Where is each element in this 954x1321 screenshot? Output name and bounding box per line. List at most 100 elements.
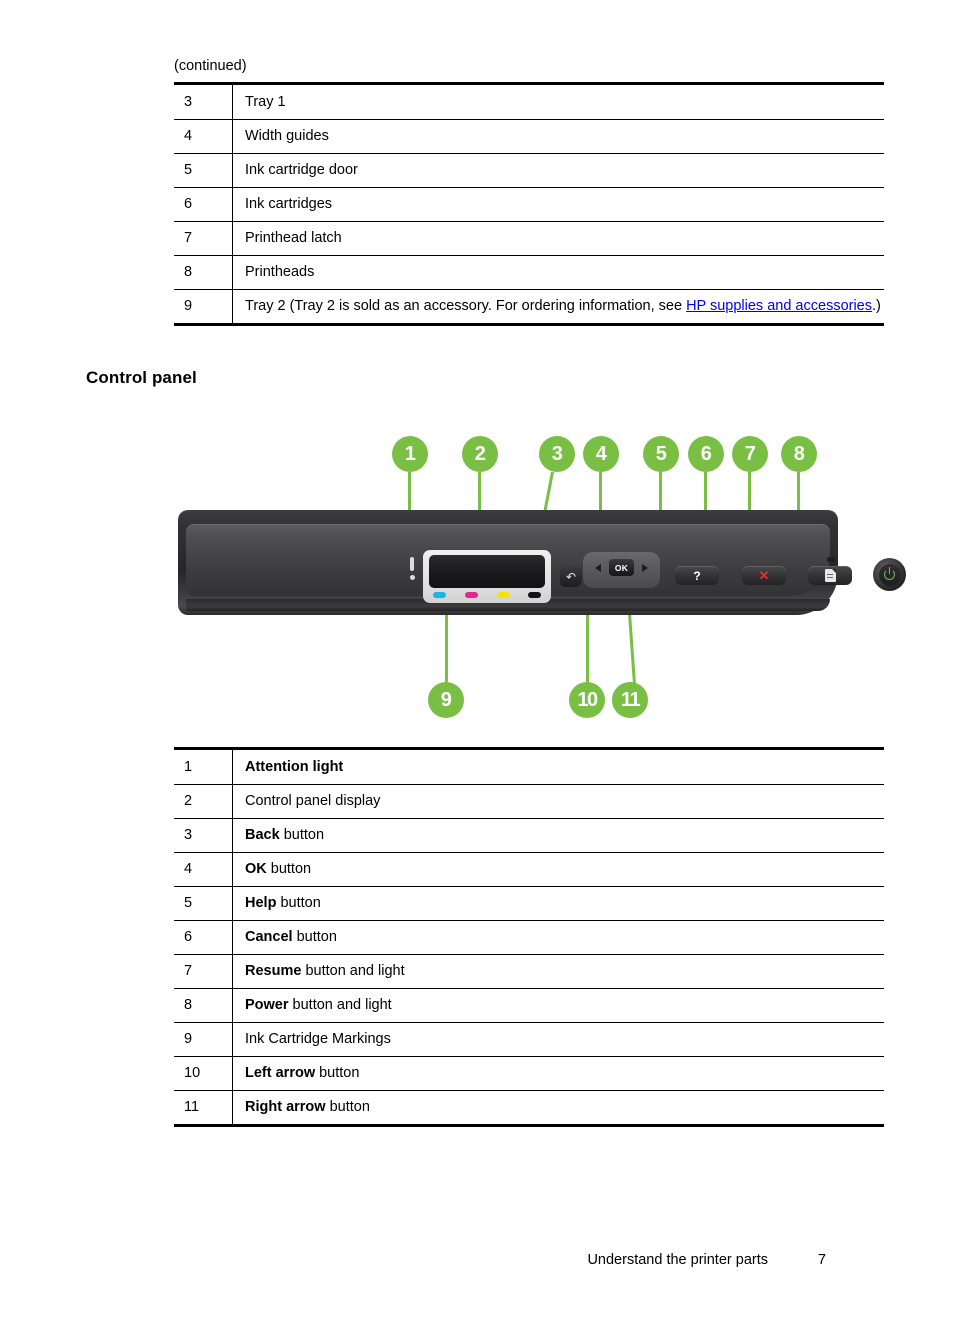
table-row: 4 Width guides <box>174 119 884 154</box>
table-row: 5 Ink cartridge door <box>174 153 884 188</box>
row-number: 10 <box>174 1056 233 1091</box>
help-button[interactable]: ? <box>675 566 719 585</box>
ink-mark-yellow <box>497 592 510 598</box>
row-term: Right arrow <box>245 1099 326 1115</box>
callout-8: 8 <box>781 436 817 472</box>
row-number: 5 <box>174 153 233 188</box>
row-term: Left arrow <box>245 1065 316 1081</box>
row-number: 9 <box>174 1022 233 1057</box>
callout-6: 6 <box>688 436 724 472</box>
footer-page-number: 7 <box>817 1252 826 1268</box>
document-page: (continued) 3 Tray 1 4 Width guides 5 In… <box>0 0 954 1321</box>
control-panel-table: 1 Attention light 2 Control panel displa… <box>174 747 884 1127</box>
attention-light-bar <box>410 557 414 571</box>
callout-3: 3 <box>539 436 575 472</box>
row-description: Ink Cartridge Markings <box>232 1022 884 1057</box>
row-rest: Control panel display <box>245 793 381 809</box>
resume-button[interactable] <box>808 566 852 585</box>
row-rest: button <box>266 861 312 877</box>
table-row: 3 Tray 1 <box>174 82 884 120</box>
row-rest: button and light <box>301 963 405 979</box>
row-description: Control panel display <box>232 784 884 819</box>
row-description: Ink cartridges <box>232 187 884 222</box>
row-description: Resume button and light <box>232 954 884 989</box>
table-row: 8 Power button and light <box>174 988 884 1023</box>
row-term: Resume <box>245 963 302 979</box>
row-description: OK button <box>232 852 884 887</box>
attention-light-icon <box>410 557 415 580</box>
row-number: 7 <box>174 954 233 989</box>
continued-label: (continued) <box>174 58 247 74</box>
table-row: 7 Resume button and light <box>174 954 884 989</box>
question-mark-icon: ? <box>693 568 701 583</box>
right-arrow-button[interactable] <box>642 564 648 572</box>
row-number: 9 <box>174 289 233 326</box>
attention-light-dot <box>410 575 415 580</box>
row-number: 8 <box>174 255 233 290</box>
printer-parts-table: 3 Tray 1 4 Width guides 5 Ink cartridge … <box>174 82 884 326</box>
close-icon: ✕ <box>758 567 770 583</box>
row-rest: button <box>279 827 325 843</box>
page-icon <box>824 569 836 582</box>
row-rest: button <box>292 929 337 945</box>
row-description: Power button and light <box>232 988 884 1023</box>
row-number: 1 <box>174 747 233 785</box>
ink-mark-black <box>528 592 541 598</box>
callout-9: 9 <box>428 682 464 718</box>
row-term: Cancel <box>245 929 293 945</box>
table-row: 11 Right arrow button <box>174 1090 884 1127</box>
callout-11: 11 <box>612 682 648 718</box>
row-number: 6 <box>174 187 233 222</box>
row-number: 4 <box>174 119 233 154</box>
table-row: 6 Cancel button <box>174 920 884 955</box>
table-row: 9 Tray 2 (Tray 2 is sold as an accessory… <box>174 289 884 326</box>
row-term: OK <box>245 861 267 877</box>
row-rest: button <box>325 1099 370 1115</box>
row-number: 3 <box>174 818 233 853</box>
callout-1: 1 <box>392 436 428 472</box>
table-row: 3 Back button <box>174 818 884 853</box>
navigation-pad: OK <box>583 552 660 588</box>
row-number: 6 <box>174 920 233 955</box>
callout-7: 7 <box>732 436 768 472</box>
row-description: Ink cartridge door <box>232 153 884 188</box>
printer-control-panel-illustration: ↶ OK ? ✕ <box>178 510 906 615</box>
row-term: Power <box>245 997 289 1013</box>
power-button-inner <box>878 563 901 586</box>
table-row: 7 Printhead latch <box>174 221 884 256</box>
footer-section-label: Understand the printer parts <box>587 1252 768 1268</box>
row-rest: button <box>315 1065 360 1081</box>
row-number: 3 <box>174 82 233 120</box>
left-arrow-button[interactable] <box>595 564 601 572</box>
row-term: Help <box>245 895 277 911</box>
back-arrow-icon: ↶ <box>565 569 577 584</box>
row-description: Attention light <box>232 747 884 785</box>
ink-mark-magenta <box>465 592 478 598</box>
table-row: 6 Ink cartridges <box>174 187 884 222</box>
row-description: Right arrow button <box>232 1090 884 1127</box>
row-description: Printhead latch <box>232 221 884 256</box>
ok-button[interactable]: OK <box>609 559 634 576</box>
row-rest: button and light <box>288 997 392 1013</box>
table-row: 2 Control panel display <box>174 784 884 819</box>
ink-mark-cyan <box>433 592 446 598</box>
table-row: 5 Help button <box>174 886 884 921</box>
page-title: Control panel <box>86 368 197 387</box>
row-term: Back <box>245 827 280 843</box>
row-description-text: Tray 2 (Tray 2 is sold as an accessory. … <box>245 298 687 314</box>
table-row: 9 Ink Cartridge Markings <box>174 1022 884 1057</box>
row-description: Tray 2 (Tray 2 is sold as an accessory. … <box>232 289 884 326</box>
row-description-text-after: .) <box>872 298 881 314</box>
row-number: 11 <box>174 1090 233 1127</box>
power-button[interactable] <box>873 558 906 591</box>
hp-supplies-and-accessories-link[interactable]: HP supplies and accessories <box>686 298 872 314</box>
back-button[interactable]: ↶ <box>560 566 582 587</box>
cancel-button[interactable]: ✕ <box>742 566 786 585</box>
row-number: 2 <box>174 784 233 819</box>
row-number: 5 <box>174 886 233 921</box>
row-description: Help button <box>232 886 884 921</box>
control-panel-display <box>423 550 551 603</box>
row-rest: Ink Cartridge Markings <box>245 1031 391 1047</box>
row-term: Attention light <box>245 759 344 775</box>
row-number: 7 <box>174 221 233 256</box>
